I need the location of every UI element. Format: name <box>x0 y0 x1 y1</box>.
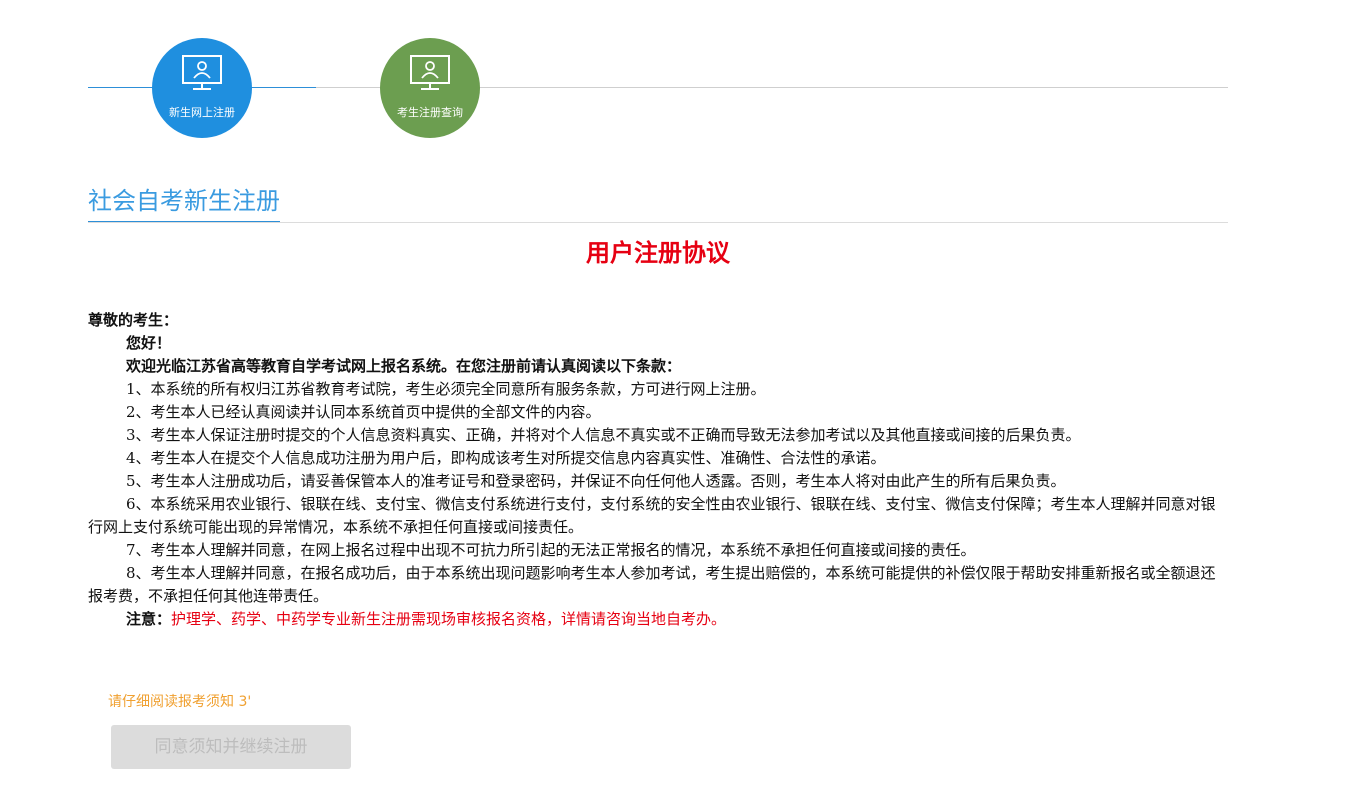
agreement-intro: 欢迎光临江苏省高等教育自学考试网上报名系统。在您注册前请认真阅读以下条款： <box>126 357 682 375</box>
step-label: 新生网上注册 <box>169 106 235 119</box>
agreement-note: 注意：护理学、药学、中药学专业新生注册需现场审核报名资格，详情请咨询当地自考办。 <box>88 608 1224 631</box>
section-divider <box>88 222 1228 223</box>
agreement-greeting: 您好！ <box>126 334 172 352</box>
note-text: 护理学、药学、中药学专业新生注册需现场审核报名资格，详情请咨询当地自考办。 <box>171 610 727 628</box>
section-title: 社会自考新生注册 <box>88 184 280 223</box>
agree-continue-button[interactable]: 同意须知并继续注册 <box>111 725 351 769</box>
agreement-clause: 5、考生本人注册成功后，请妥善保管本人的准考证号和登录密码，并保证不向任何他人透… <box>126 472 1066 490</box>
user-monitor-icon <box>410 55 450 90</box>
agreement-clause: 1、本系统的所有权归江苏省教育考试院，考生必须完全同意所有服务条款，方可进行网上… <box>126 380 766 398</box>
reading-countdown: 请仔细阅读报考须知 3' <box>108 694 252 710</box>
agreement-clause: 2、考生本人已经认真阅读并认同本系统首页中提供的全部文件的内容。 <box>126 403 601 421</box>
agreement-clause: 6、本系统采用农业银行、银联在线、支付宝、微信支付系统进行支付，支付系统的安全性… <box>88 495 1216 536</box>
step-new-registration[interactable]: 新生网上注册 <box>152 38 252 138</box>
user-monitor-icon <box>182 55 222 90</box>
step-label: 考生注册查询 <box>397 106 463 119</box>
agreement-salutation: 尊敬的考生： <box>88 311 179 329</box>
note-label: 注意： <box>126 610 172 628</box>
agreement-clause: 7、考生本人理解并同意，在网上报名过程中出现不可抗力所引起的无法正常报名的情况，… <box>126 541 976 559</box>
agreement-clause: 8、考生本人理解并同意，在报名成功后，由于本系统出现问题影响考生本人参加考试，考… <box>88 564 1216 605</box>
agreement-title: 用户注册协议 <box>586 238 730 267</box>
agreement-clause: 3、考生本人保证注册时提交的个人信息资料真实、正确，并将对个人信息不真实或不正确… <box>126 426 1081 444</box>
step-registration-query[interactable]: 考生注册查询 <box>380 38 480 138</box>
agreement-clause: 4、考生本人在提交个人信息成功注册为用户后，即构成该考生对所提交信息内容真实性、… <box>126 449 886 467</box>
agreement-text: 尊敬的考生： 您好！ 欢迎光临江苏省高等教育自学考试网上报名系统。在您注册前请认… <box>88 309 1224 631</box>
step-navigation: 新生网上注册 考生注册查询 <box>88 36 1228 140</box>
